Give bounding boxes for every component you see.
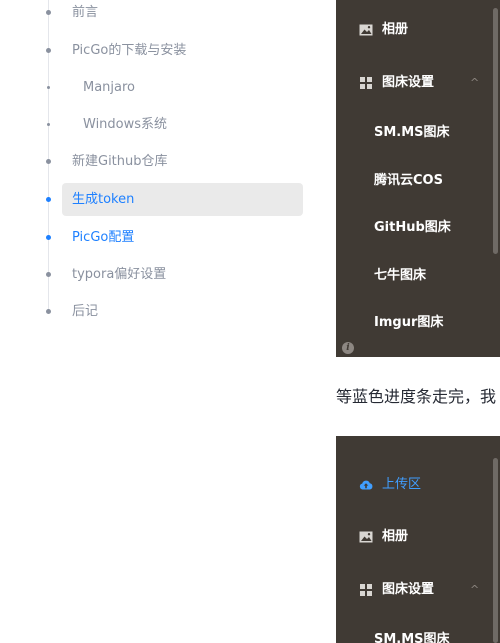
toc-item-label: 新建Github仓库 (72, 154, 168, 169)
menu-item-album: 相册 (336, 523, 500, 551)
menu-item-label: 七牛图床 (374, 268, 427, 283)
toc-item-label: PicGo配置 (72, 230, 135, 245)
menu-item-label: 上传区 (382, 477, 422, 492)
menu-item-image-host-settings: 图床设置 ^ (336, 576, 500, 604)
menu-item-label: 图床设置 (382, 582, 435, 597)
chevron-up-icon: ^ (470, 76, 480, 89)
toc-dot (46, 10, 51, 15)
menu-item-label: SM.MS图床 (374, 125, 450, 140)
menu-item-qiniu: 七牛图床 (336, 262, 500, 290)
toc-item-label: 前言 (72, 5, 99, 20)
toc-item-label: 生成token (72, 192, 135, 207)
toc-dot (46, 159, 51, 164)
table-of-contents: 前言 PicGo的下载与安装 Manjaro Windows系统 新建Githu… (0, 0, 320, 643)
menu-item-label: 腾讯云COS (374, 173, 443, 188)
menu-item-label: GitHub图床 (374, 220, 451, 235)
toc-dot (46, 197, 51, 202)
toc-dot (46, 235, 51, 240)
grid-icon (360, 77, 372, 89)
menu-item-smms: SM.MS图床 (336, 119, 500, 147)
toc-dot (47, 86, 50, 89)
grid-icon (360, 584, 372, 596)
image-icon (359, 24, 373, 36)
menu-item-upload-area: 上传区 (336, 471, 500, 499)
cloud-upload-icon (359, 480, 373, 490)
toc-dot (46, 309, 51, 314)
toc-item-label: 后记 (72, 304, 99, 319)
menu-item-label: 相册 (382, 22, 409, 37)
picgo-screenshot-2: 上传区 相册 图床设置 ^ SM.MS图床 (336, 436, 500, 643)
menu-item-image-host-settings: 图床设置 ^ (336, 69, 500, 97)
menu-item-label: 图床设置 (382, 75, 435, 90)
menu-item-album: 相册 (336, 16, 500, 44)
menu-item-smms: SM.MS图床 (336, 626, 500, 643)
article-paragraph: 等蓝色进度条走完，我 (336, 387, 497, 406)
toc-dot (46, 48, 51, 53)
toc-rail (48, 0, 49, 312)
menu-item-label: SM.MS图床 (374, 632, 450, 643)
toc-item-label: typora偏好设置 (72, 267, 167, 282)
info-icon: i (342, 342, 354, 354)
menu-item-github: GitHub图床 (336, 214, 500, 242)
chevron-up-icon: ^ (470, 583, 480, 596)
menu-item-imgur: Imgur图床 (336, 309, 500, 337)
menu-item-label: Imgur图床 (374, 315, 444, 330)
page: 前言 PicGo的下载与安装 Manjaro Windows系统 新建Githu… (0, 0, 500, 643)
toc-item-label: PicGo的下载与安装 (72, 43, 187, 58)
toc-dot (47, 123, 50, 126)
image-icon (359, 531, 373, 543)
menu-item-tencent-cos: 腾讯云COS (336, 167, 500, 195)
picgo-screenshot-1: 相册 图床设置 ^ SM.MS图床 腾讯云COS GitHub图床 七牛图床 I… (336, 0, 500, 357)
toc-dot (46, 272, 51, 277)
toc-item-label: Windows系统 (83, 117, 168, 132)
menu-item-label: 相册 (382, 529, 409, 544)
toc-item-label: Manjaro (83, 80, 136, 95)
